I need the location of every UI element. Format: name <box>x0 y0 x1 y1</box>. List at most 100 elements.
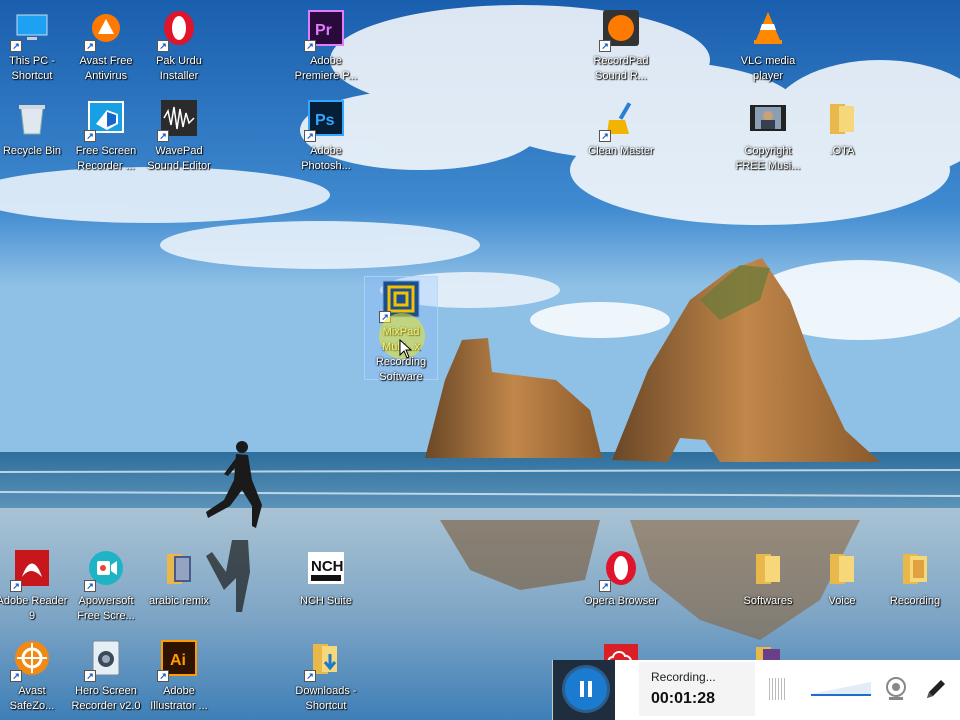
desktop-icon-voice[interactable]: Voice <box>805 548 879 609</box>
folder-icon <box>748 548 788 588</box>
icon-label: Recording <box>889 595 941 607</box>
avast-safezone-icon: ↗ <box>10 638 52 682</box>
icon-label: RecordPad Sound R... <box>593 55 649 82</box>
media-folder-icon <box>895 548 935 588</box>
recorder-control-bar[interactable]: Recording... 00:01:28 <box>552 660 960 720</box>
svg-text:Pr: Pr <box>315 22 332 39</box>
icon-label: This PC - Shortcut <box>9 55 55 82</box>
avast-icon: ↗ <box>84 8 126 52</box>
recordpad-icon: ↗ <box>599 8 641 52</box>
pause-button[interactable] <box>565 668 607 710</box>
icon-label: Opera Browser <box>584 595 658 607</box>
video-thumbnail-icon <box>748 98 788 138</box>
pen-icon[interactable] <box>923 676 949 702</box>
computer-icon: ↗ <box>10 8 52 52</box>
icon-label: Clean Master <box>588 145 654 157</box>
desktop-icon-illustrator[interactable]: Ai ↗ Adobe Illustrator ... <box>142 638 216 714</box>
downloads-folder-icon: ↗ <box>304 638 346 682</box>
desktop-icon-wavepad[interactable]: ↗ WavePad Sound Editor <box>142 98 216 174</box>
shortcut-arrow-icon: ↗ <box>157 40 169 52</box>
desktop-icon-apowersoft[interactable]: ↗ Apowersoft Free Scre... <box>69 548 143 624</box>
icon-label: Copyright FREE Musi... <box>735 145 801 172</box>
desktop-icon-recycle-bin[interactable]: Recycle Bin <box>0 98 69 159</box>
mouse-cursor-icon <box>399 339 413 359</box>
folder-icon <box>822 98 862 138</box>
icon-label: Adobe Premiere P... <box>294 55 358 82</box>
premiere-icon: Pr ↗ <box>304 8 346 52</box>
volume-slider[interactable] <box>811 694 871 696</box>
recycle-bin-icon <box>12 98 52 138</box>
wavepad-icon: ↗ <box>157 98 199 142</box>
desktop-icon-vlc[interactable]: VLC media player <box>731 8 805 84</box>
desktop-icon-photoshop[interactable]: Ps ↗ Adobe Photosh... <box>289 98 363 174</box>
shortcut-arrow-icon: ↗ <box>10 40 22 52</box>
recorder-status-panel: Recording... 00:01:28 <box>639 662 755 716</box>
desktop-icon-clean-master[interactable]: ↗ Clean Master <box>584 98 658 159</box>
icon-label: Avast SafeZo... <box>9 685 55 712</box>
photoshop-icon: Ps ↗ <box>304 98 346 142</box>
desktop-icon-softwares[interactable]: Softwares <box>731 548 805 609</box>
shortcut-arrow-icon: ↗ <box>157 670 169 682</box>
opera-icon: ↗ <box>157 8 199 52</box>
icon-label: Avast Free Antivirus <box>79 55 133 82</box>
shortcut-arrow-icon: ↗ <box>304 670 316 682</box>
desktop-icon-hero-screen[interactable]: ↗ Hero Screen Recorder v2.0 <box>69 638 143 714</box>
desktop-icon-adobe-reader[interactable]: ↗ Adobe Reader 9 <box>0 548 69 624</box>
icon-label: Pak Urdu Installer <box>156 55 202 82</box>
hero-recorder-icon: ↗ <box>84 638 126 682</box>
icon-label: Adobe Reader 9 <box>0 595 68 622</box>
shortcut-arrow-icon: ↗ <box>304 130 316 142</box>
webcam-icon[interactable] <box>883 676 909 702</box>
recording-timer: 00:01:28 <box>651 690 716 707</box>
svg-text:Ps: Ps <box>315 112 335 129</box>
shortcut-arrow-icon: ↗ <box>84 580 96 592</box>
svg-text:Ai: Ai <box>170 652 186 669</box>
shortcut-arrow-icon: ↗ <box>84 130 96 142</box>
nch-icon: NCH <box>306 548 346 588</box>
icon-label: NCH Suite <box>300 595 352 607</box>
icon-label: Apowersoft Free Scre... <box>77 595 135 622</box>
desktop-icon-downloads[interactable]: ↗ Downloads - Shortcut <box>289 638 363 714</box>
desktop-icon-opera[interactable]: ↗ Opera Browser <box>584 548 658 609</box>
icon-label: .OTA <box>829 145 855 157</box>
icon-label: arabic remix <box>149 595 209 607</box>
desktop-icon-copyright-music[interactable]: Copyright FREE Musi... <box>731 98 805 174</box>
svg-text:NCH: NCH <box>311 558 344 575</box>
shortcut-arrow-icon: ↗ <box>10 580 22 592</box>
recording-status: Recording... <box>651 670 716 684</box>
icon-label: Adobe Photosh... <box>301 145 351 172</box>
desktop-icon-avast-free[interactable]: ↗ Avast Free Antivirus <box>69 8 143 84</box>
desktop-icon-premiere[interactable]: Pr ↗ Adobe Premiere P... <box>289 8 363 84</box>
shortcut-arrow-icon: ↗ <box>599 40 611 52</box>
desktop-icon-this-pc[interactable]: ↗ This PC - Shortcut <box>0 8 69 84</box>
pause-icon <box>580 681 584 697</box>
desktop-icon-recordpad[interactable]: ↗ RecordPad Sound R... <box>584 8 658 84</box>
icon-label: Softwares <box>743 595 793 607</box>
desktop-icon-free-screen-recorder[interactable]: ↗ Free Screen Recorder ... <box>69 98 143 174</box>
icon-label: WavePad Sound Editor <box>147 145 211 172</box>
apowersoft-icon: ↗ <box>84 548 126 592</box>
shortcut-arrow-icon: ↗ <box>84 670 96 682</box>
desktop-icon-pak-urdu[interactable]: ↗ Pak Urdu Installer <box>142 8 216 84</box>
desktop-icon-recording[interactable]: Recording <box>878 548 952 609</box>
desktop-icon-ota[interactable]: .OTA <box>805 98 879 159</box>
icon-label: Hero Screen Recorder v2.0 <box>71 685 141 712</box>
shortcut-arrow-icon: ↗ <box>157 130 169 142</box>
folder-icon <box>822 548 862 588</box>
desktop-icon-mixpad[interactable]: ↗ MixPad Multi...x Recording Software <box>364 276 438 383</box>
icon-label: Voice <box>828 595 856 607</box>
desktop-icon-avast-safezone[interactable]: ↗ Avast SafeZo... <box>0 638 69 714</box>
media-folder-icon <box>159 548 199 588</box>
icon-label: Free Screen Recorder ... <box>75 145 137 172</box>
desktop-icon-arabic-remix[interactable]: arabic remix <box>142 548 216 609</box>
shortcut-arrow-icon: ↗ <box>10 670 22 682</box>
icon-label: Adobe Illustrator ... <box>150 685 208 712</box>
shortcut-arrow-icon: ↗ <box>599 130 611 142</box>
screen-recorder-icon: ↗ <box>84 98 126 142</box>
desktop-icon-nch-suite[interactable]: NCH NCH Suite <box>289 548 363 609</box>
desktop[interactable]: ↗ This PC - Shortcut ↗ Avast Free Antivi… <box>0 0 960 720</box>
broom-icon: ↗ <box>599 98 641 142</box>
icon-label: Downloads - Shortcut <box>295 685 357 712</box>
grip-icon[interactable] <box>769 678 787 700</box>
illustrator-icon: Ai ↗ <box>157 638 199 682</box>
